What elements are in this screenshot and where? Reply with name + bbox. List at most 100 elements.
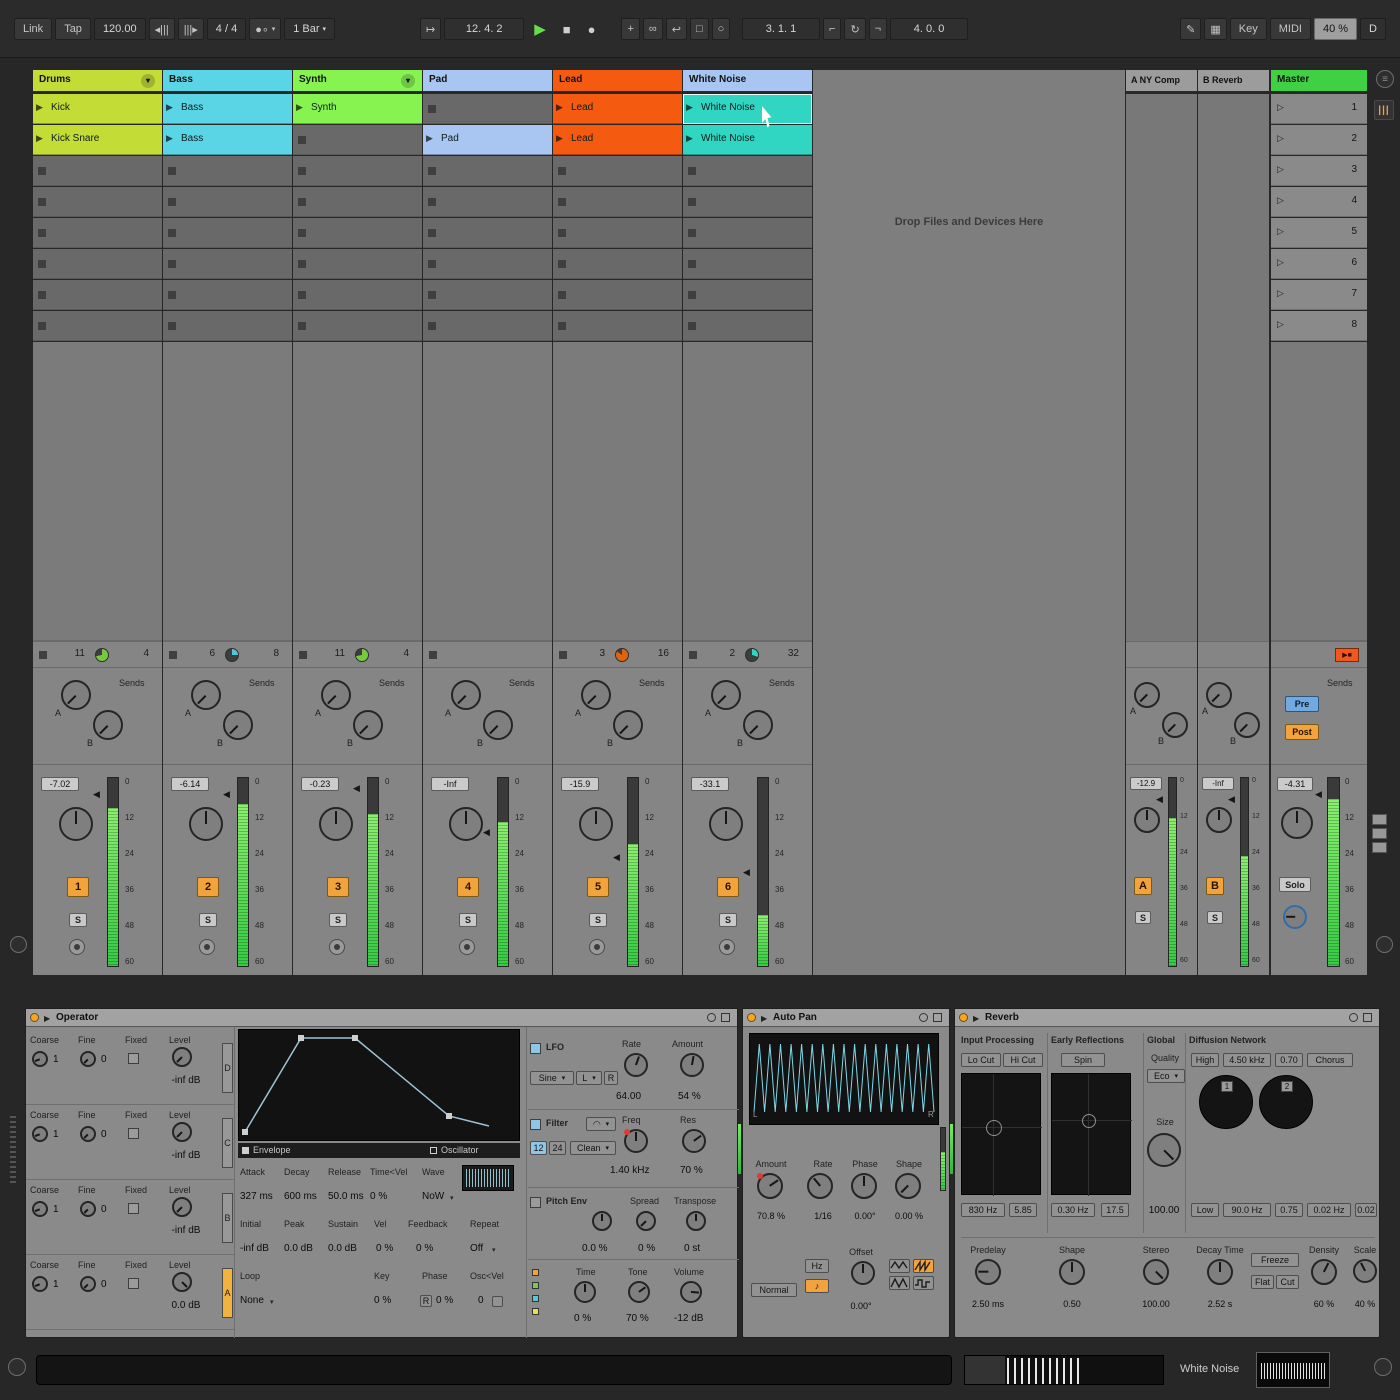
volume-db-field[interactable]: -Inf bbox=[431, 777, 469, 791]
volume-db-field[interactable]: -Inf bbox=[1202, 777, 1234, 790]
param-value[interactable]: 0.00° bbox=[843, 1211, 887, 1221]
loop-length-field[interactable]: 4. 0. 0 bbox=[890, 18, 968, 40]
param-value[interactable]: 0.00 % bbox=[887, 1211, 931, 1221]
coarse-knob[interactable] bbox=[32, 1201, 48, 1217]
clip-stop-icon[interactable] bbox=[558, 322, 566, 330]
fixed-checkbox[interactable] bbox=[128, 1128, 139, 1139]
clip-slot-filled[interactable]: ▶Lead bbox=[553, 125, 682, 155]
device-title-bar[interactable]: ▶Auto Pan bbox=[743, 1009, 949, 1027]
filter-slope-12[interactable]: 12 bbox=[530, 1141, 547, 1155]
pitch-env-checkbox[interactable] bbox=[530, 1197, 541, 1208]
tap-tempo-button[interactable]: Tap bbox=[55, 18, 91, 40]
empty-clip-slot[interactable] bbox=[423, 280, 552, 310]
tone-knob[interactable] bbox=[628, 1281, 650, 1303]
track-activator[interactable]: 3 bbox=[327, 877, 349, 897]
return-header[interactable]: B Reverb bbox=[1198, 70, 1269, 92]
midi-map-button[interactable]: MIDI bbox=[1270, 18, 1311, 40]
clip-stop-icon[interactable] bbox=[298, 229, 306, 237]
clip-stop-icon[interactable] bbox=[38, 260, 46, 268]
track-menu-icon[interactable]: ▾ bbox=[401, 74, 415, 88]
filter-slope-24[interactable]: 24 bbox=[549, 1141, 566, 1155]
param-value[interactable]: 0 % bbox=[374, 1295, 391, 1306]
follow-icon[interactable]: ↦ bbox=[420, 18, 441, 40]
param-value[interactable]: 50.0 ms bbox=[328, 1191, 364, 1202]
param-value[interactable]: 0 % bbox=[416, 1243, 433, 1254]
fine-knob[interactable] bbox=[80, 1126, 96, 1142]
device-save-icon[interactable] bbox=[721, 1013, 730, 1022]
quality-select[interactable]: Eco▾ bbox=[1147, 1069, 1185, 1083]
normal-invert-toggle[interactable]: Normal bbox=[751, 1283, 797, 1297]
high-shelf-toggle[interactable]: High bbox=[1191, 1053, 1219, 1067]
scene-slot[interactable]: ▷1 bbox=[1271, 94, 1367, 124]
info-view-toggle-icon[interactable] bbox=[10, 936, 27, 953]
clip-slot-filled[interactable]: ▶Pad bbox=[423, 125, 552, 155]
volume-fader-handle[interactable]: ◀ bbox=[353, 784, 360, 792]
volume-fader-handle[interactable]: ◀ bbox=[613, 853, 620, 861]
link-button[interactable]: Link bbox=[14, 18, 52, 40]
predelay-knob[interactable] bbox=[975, 1259, 1001, 1285]
clip-stop-icon[interactable] bbox=[38, 198, 46, 206]
clip-stop-icon[interactable] bbox=[298, 291, 306, 299]
device-panel-handle[interactable] bbox=[10, 1116, 16, 1186]
input-freq-field[interactable]: 830 Hz bbox=[961, 1203, 1005, 1217]
volume-fader-handle[interactable]: ◀ bbox=[483, 828, 490, 836]
clip-play-icon[interactable]: ▶ bbox=[556, 133, 563, 144]
time-signature-field[interactable]: 4 / 4 bbox=[207, 18, 246, 40]
volume-value[interactable]: -12 dB bbox=[674, 1313, 703, 1324]
show-returns-toggle[interactable] bbox=[1372, 828, 1387, 839]
fixed-checkbox[interactable] bbox=[128, 1278, 139, 1289]
level-knob[interactable] bbox=[172, 1197, 192, 1217]
filter-res-knob[interactable] bbox=[682, 1129, 706, 1153]
clip-slot-filled[interactable]: ▶White Noise bbox=[683, 125, 812, 155]
send-b-knob[interactable] bbox=[743, 710, 773, 740]
send-a-knob[interactable] bbox=[451, 680, 481, 710]
return-header[interactable]: A NY Comp bbox=[1126, 70, 1197, 92]
random-shape-icon[interactable] bbox=[913, 1276, 934, 1290]
empty-clip-slot[interactable] bbox=[553, 187, 682, 217]
oscillator-tab-label[interactable]: Oscillator bbox=[441, 1145, 479, 1155]
offset-knob[interactable] bbox=[851, 1261, 875, 1285]
scene-play-icon[interactable]: ▷ bbox=[1277, 257, 1284, 268]
level-knob[interactable] bbox=[172, 1047, 192, 1067]
pan-knob[interactable] bbox=[319, 807, 353, 841]
clip-stop-icon[interactable] bbox=[298, 260, 306, 268]
track-stop-button[interactable] bbox=[299, 651, 307, 659]
drop-zone[interactable]: Drop Files and Devices Here bbox=[813, 70, 1125, 975]
clip-stop-icon[interactable] bbox=[558, 167, 566, 175]
scale-knob[interactable] bbox=[1353, 1259, 1377, 1283]
clip-slot-filled[interactable]: ▶Synth bbox=[293, 94, 422, 124]
empty-clip-slot[interactable] bbox=[293, 156, 422, 186]
fine-knob[interactable] bbox=[80, 1051, 96, 1067]
scene-menu-icon[interactable]: ≡ bbox=[1376, 70, 1394, 88]
high-freq-field[interactable]: 4.50 kHz bbox=[1223, 1053, 1271, 1067]
clip-stop-icon[interactable] bbox=[38, 229, 46, 237]
filter-freq-knob[interactable] bbox=[624, 1129, 648, 1153]
clip-play-icon[interactable]: ▶ bbox=[166, 102, 173, 113]
return-activator[interactable]: B bbox=[1206, 877, 1224, 895]
param-value[interactable]: 1/16 bbox=[801, 1211, 845, 1221]
empty-clip-slot[interactable] bbox=[293, 280, 422, 310]
device-hotswap-icon[interactable] bbox=[707, 1013, 716, 1022]
mod-freq-field[interactable]: 0.02 Hz bbox=[1307, 1203, 1351, 1217]
clip-waveform-thumbnail[interactable] bbox=[1256, 1352, 1330, 1388]
volume-fader-handle[interactable]: ◀ bbox=[223, 790, 230, 798]
empty-clip-slot[interactable] bbox=[683, 187, 812, 217]
volume-db-field[interactable]: -12.9 bbox=[1130, 777, 1162, 790]
empty-clip-slot[interactable] bbox=[33, 156, 162, 186]
solo-button[interactable]: S bbox=[459, 913, 477, 927]
punch-in-icon[interactable]: ⌐ bbox=[823, 18, 841, 40]
clip-stop-icon[interactable] bbox=[168, 229, 176, 237]
scene-slot[interactable]: ▷6 bbox=[1271, 249, 1367, 279]
rate-hz-toggle[interactable]: Hz bbox=[805, 1259, 829, 1273]
param-value[interactable]: 70.8 % bbox=[749, 1211, 793, 1221]
high-gain-field[interactable]: 0.70 bbox=[1275, 1053, 1303, 1067]
new-midi-icon[interactable]: + bbox=[621, 18, 639, 40]
send-a-knob[interactable] bbox=[61, 680, 91, 710]
clip-play-icon[interactable]: ▶ bbox=[556, 102, 563, 113]
clip-overview[interactable] bbox=[964, 1355, 1164, 1385]
solo-button[interactable]: S bbox=[589, 913, 607, 927]
clip-stop-icon[interactable] bbox=[688, 291, 696, 299]
tempo-field[interactable]: 120.00 bbox=[94, 18, 146, 40]
clip-play-icon[interactable]: ▶ bbox=[686, 102, 693, 113]
clip-stop-icon[interactable] bbox=[428, 105, 436, 113]
